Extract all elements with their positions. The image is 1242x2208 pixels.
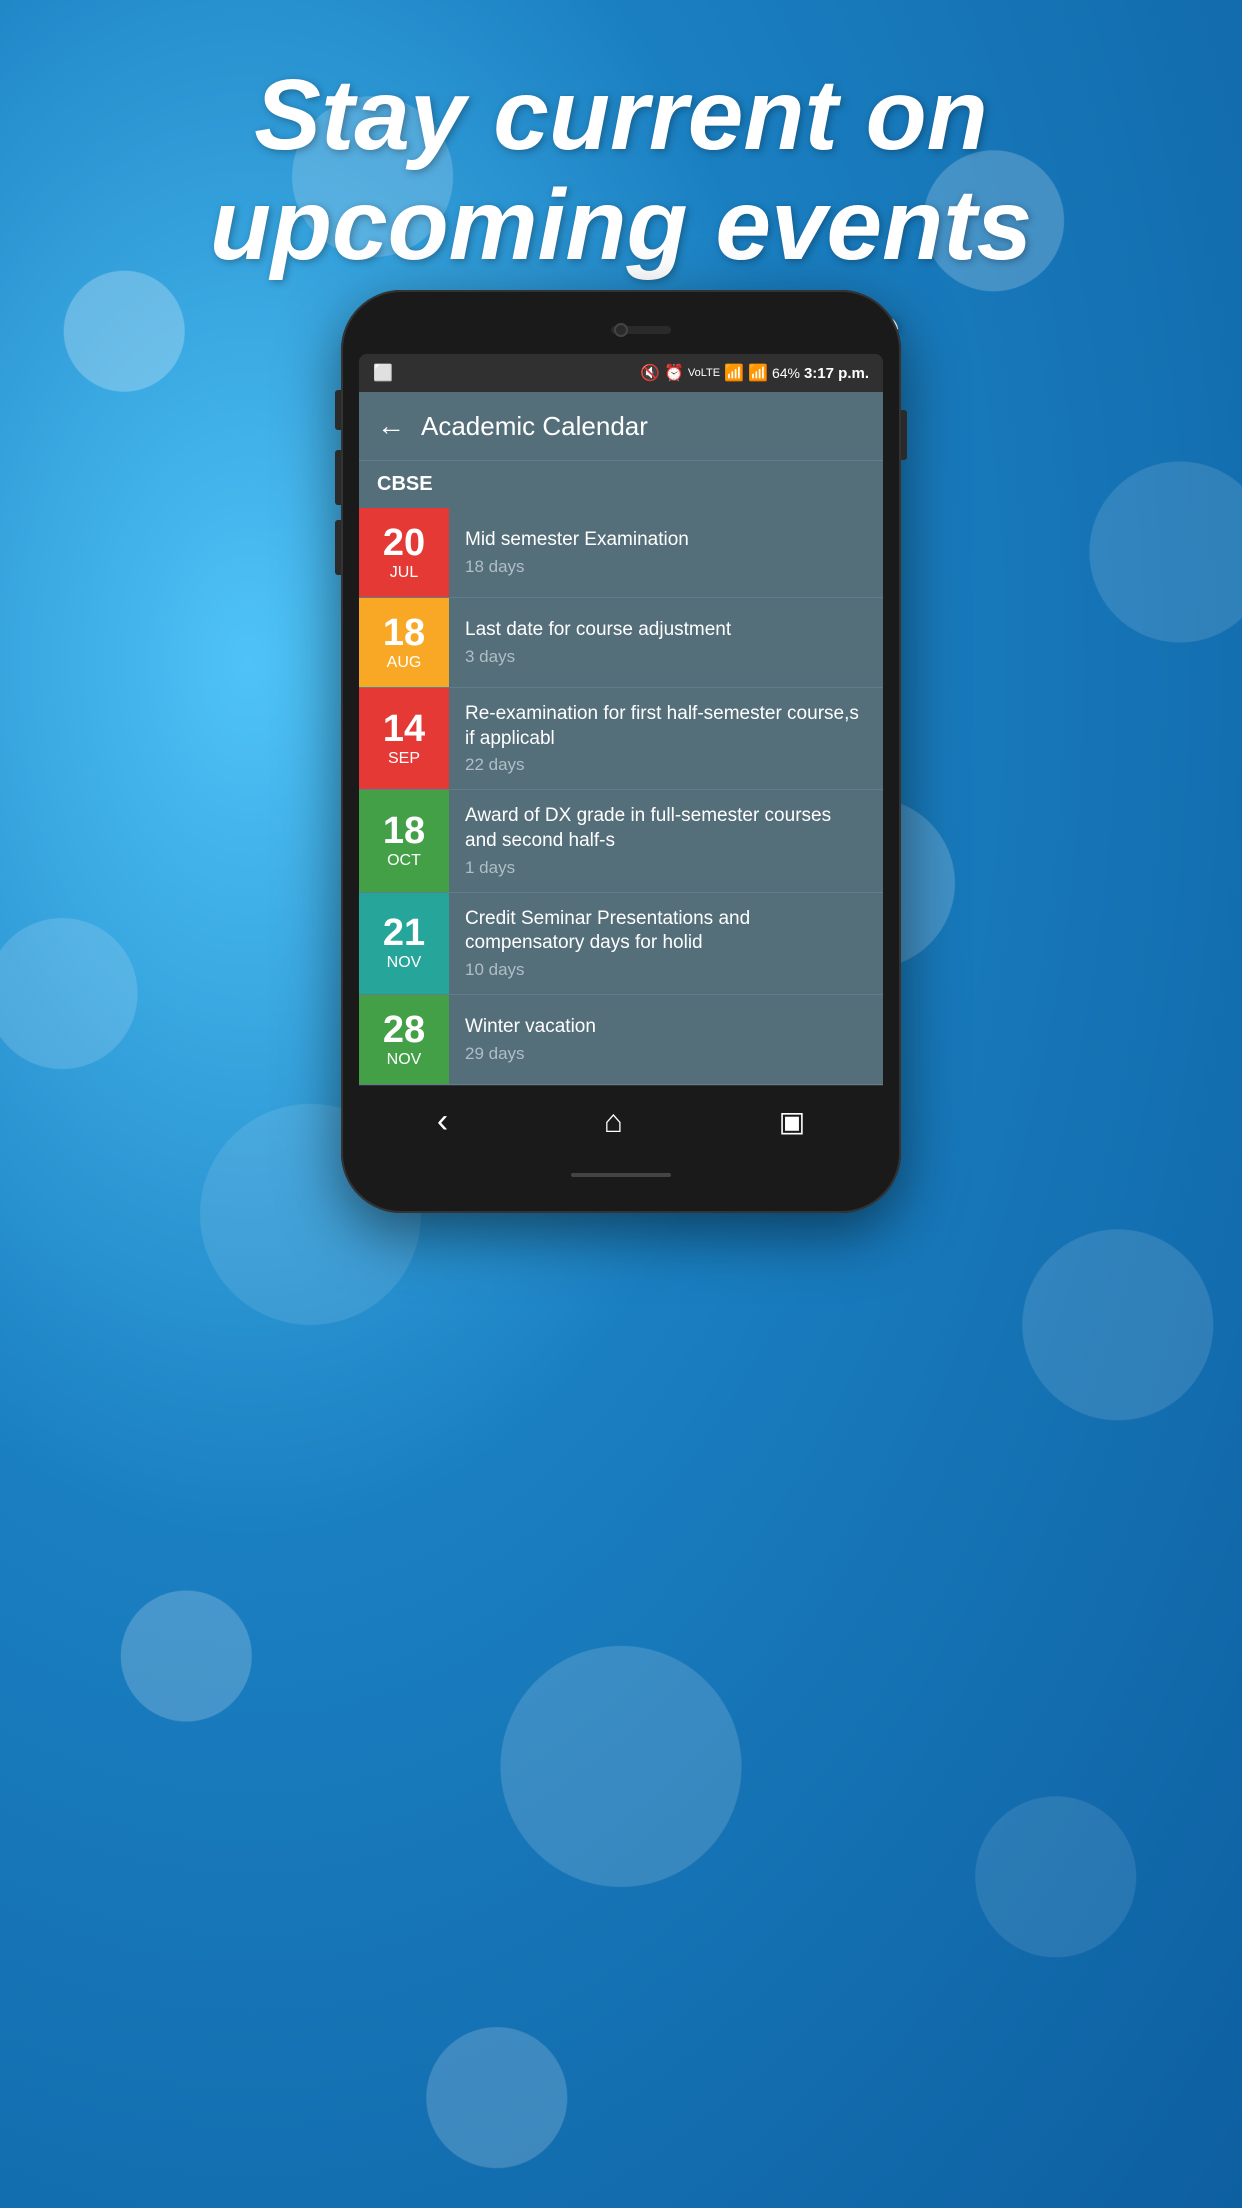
month-5: NOV xyxy=(387,1051,422,1069)
event-info-5: Winter vacation 29 days xyxy=(449,995,883,1084)
event-title-2: Re-examination for first half-semester c… xyxy=(465,702,867,751)
event-days-0: 18 days xyxy=(465,557,867,577)
event-info-2: Re-examination for first half-semester c… xyxy=(449,688,883,789)
date-badge-5: 28 NOV xyxy=(359,995,449,1084)
event-days-3: 1 days xyxy=(465,858,867,878)
phone-top xyxy=(359,310,883,350)
battery-pct: 64% xyxy=(772,365,800,381)
status-bar: ⬜ 🔇 ⏰ VoLTE 📶 📶 64% 3:17 p.m. xyxy=(359,354,883,392)
date-badge-1: 18 AUG xyxy=(359,598,449,687)
phone-body: ⬜ 🔇 ⏰ VoLTE 📶 📶 64% 3:17 p.m. ← Academic… xyxy=(341,290,901,1213)
lte-label: VoLTE xyxy=(688,367,720,379)
event-info-3: Award of DX grade in full-semester cours… xyxy=(449,790,883,891)
wifi-icon: 📶 xyxy=(724,363,744,383)
app-title: Academic Calendar xyxy=(421,411,648,442)
month-3: OCT xyxy=(387,852,421,870)
month-1: AUG xyxy=(387,654,422,672)
alarm-icon: ⏰ xyxy=(664,363,684,383)
status-left: ⬜ xyxy=(373,363,393,383)
event-title-5: Winter vacation xyxy=(465,1015,867,1040)
event-info-4: Credit Seminar Presentations and compens… xyxy=(449,893,883,994)
nav-bar: ‹ ⌂ ▣ xyxy=(359,1085,883,1157)
list-item[interactable]: 20 JUL Mid semester Examination 18 days xyxy=(359,508,883,598)
day-1: 18 xyxy=(383,614,425,652)
event-days-1: 3 days xyxy=(465,647,867,667)
volume-button-1 xyxy=(335,390,341,430)
time: 3:17 p.m. xyxy=(804,365,869,382)
month-2: SEP xyxy=(388,750,420,768)
calendar-list: 20 JUL Mid semester Examination 18 days … xyxy=(359,508,883,1085)
volume-button-3 xyxy=(335,520,341,575)
list-item[interactable]: 21 NOV Credit Seminar Presentations and … xyxy=(359,893,883,995)
nav-home-button[interactable]: ⌂ xyxy=(584,1093,643,1150)
event-info-0: Mid semester Examination 18 days xyxy=(449,508,883,597)
day-0: 20 xyxy=(383,524,425,562)
event-title-4: Credit Seminar Presentations and compens… xyxy=(465,907,867,956)
event-title-1: Last date for course adjustment xyxy=(465,618,867,643)
front-camera xyxy=(614,323,628,337)
app-bar: ← Academic Calendar xyxy=(359,392,883,460)
date-badge-0: 20 JUL xyxy=(359,508,449,597)
list-item[interactable]: 14 SEP Re-examination for first half-sem… xyxy=(359,688,883,790)
power-button xyxy=(901,410,907,460)
event-days-5: 29 days xyxy=(465,1044,867,1064)
nav-back-button[interactable]: ‹ xyxy=(417,1092,468,1151)
date-badge-3: 18 OCT xyxy=(359,790,449,891)
date-badge-2: 14 SEP xyxy=(359,688,449,789)
list-item[interactable]: 18 AUG Last date for course adjustment 3… xyxy=(359,598,883,688)
day-2: 14 xyxy=(383,710,425,748)
phone-bottom xyxy=(359,1157,883,1193)
signal-icon: 📶 xyxy=(748,363,768,383)
home-indicator xyxy=(571,1173,671,1177)
screenshot-icon: ⬜ xyxy=(373,363,393,383)
mute-icon: 🔇 xyxy=(640,363,660,383)
phone-screen: ⬜ 🔇 ⏰ VoLTE 📶 📶 64% 3:17 p.m. ← Academic… xyxy=(359,354,883,1157)
event-days-4: 10 days xyxy=(465,960,867,980)
section-header: CBSE xyxy=(359,460,883,508)
nav-recent-button[interactable]: ▣ xyxy=(759,1095,825,1148)
volume-button-2 xyxy=(335,450,341,505)
day-4: 21 xyxy=(383,914,425,952)
phone-device: ⬜ 🔇 ⏰ VoLTE 📶 📶 64% 3:17 p.m. ← Academic… xyxy=(341,290,901,1213)
day-5: 28 xyxy=(383,1011,425,1049)
date-badge-4: 21 NOV xyxy=(359,893,449,994)
day-3: 18 xyxy=(383,812,425,850)
list-item[interactable]: 18 OCT Award of DX grade in full-semeste… xyxy=(359,790,883,892)
back-button[interactable]: ← xyxy=(377,410,405,442)
event-days-2: 22 days xyxy=(465,755,867,775)
event-title-3: Award of DX grade in full-semester cours… xyxy=(465,804,867,853)
event-info-1: Last date for course adjustment 3 days xyxy=(449,598,883,687)
month-0: JUL xyxy=(390,564,418,582)
list-item[interactable]: 28 NOV Winter vacation 29 days xyxy=(359,995,883,1085)
month-4: NOV xyxy=(387,954,422,972)
status-right: 🔇 ⏰ VoLTE 📶 📶 64% 3:17 p.m. xyxy=(640,363,869,383)
event-title-0: Mid semester Examination xyxy=(465,528,867,553)
section-label: CBSE xyxy=(377,473,433,495)
